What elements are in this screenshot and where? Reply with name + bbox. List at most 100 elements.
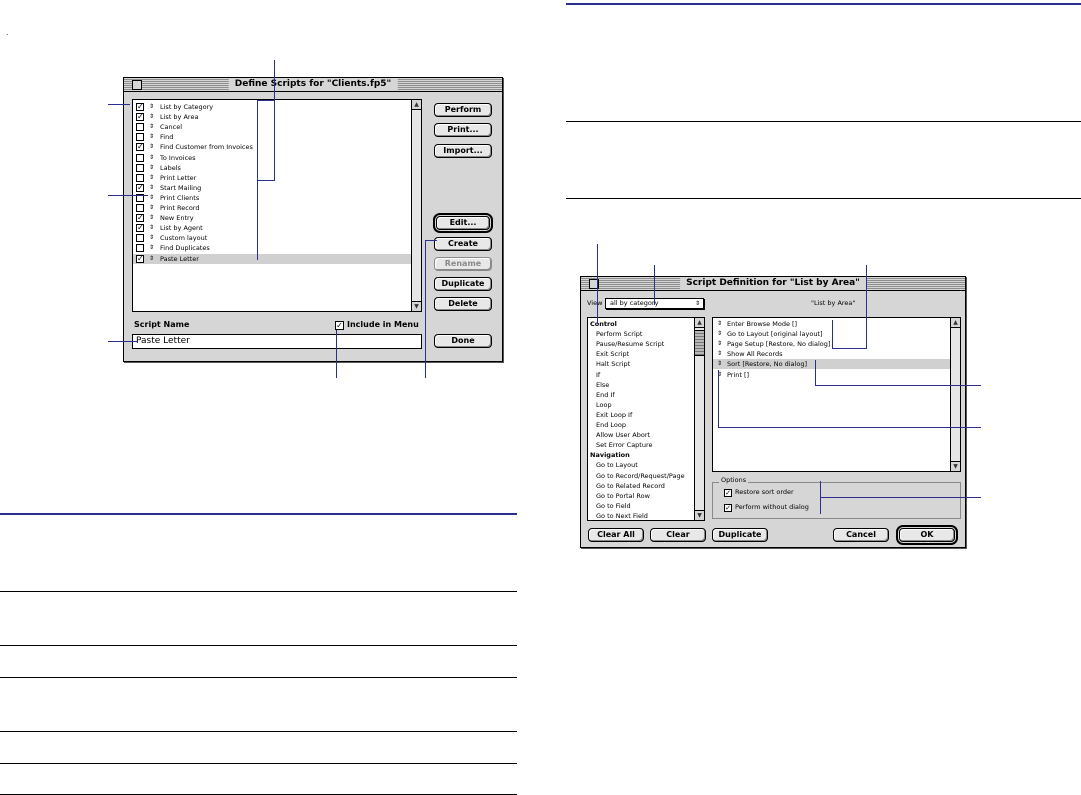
create-button[interactable]: Create [434,237,492,251]
delete-button[interactable]: Delete [434,297,492,311]
drag-handle-icon[interactable]: ⇕ [717,329,722,339]
define-scripts-titlebar[interactable]: Define Scripts for "Clients.fp5" [124,78,502,92]
script-step-row[interactable]: ⇕ Sort [Restore, No dialog] [713,359,951,370]
restore-sort-order-checkbox[interactable]: ✓ [724,489,732,497]
step-category-item[interactable]: Halt Script [596,359,630,369]
menu-checkbox[interactable]: ✓ [136,254,144,263]
close-box-icon[interactable] [132,80,142,90]
drag-handle-icon[interactable]: ⇕ [149,203,154,213]
drag-handle-icon[interactable]: ⇕ [149,223,154,233]
scroll-down-icon[interactable]: ▼ [695,510,704,520]
perform-button[interactable]: Perform [434,103,492,117]
duplicate-script-button[interactable]: Duplicate [434,277,492,291]
script-step-row[interactable]: ⇕ Print [] [713,370,951,380]
menu-checkbox[interactable] [136,244,144,253]
drag-handle-icon[interactable]: ⇕ [149,153,154,163]
script-row[interactable]: ✓ ⇕ List by Category [133,102,411,112]
step-category-item[interactable]: Allow User Abort [596,430,650,440]
menu-checkbox[interactable]: ✓ [136,183,144,192]
ok-button[interactable]: OK [896,525,958,545]
drag-handle-icon[interactable]: ⇕ [149,254,154,264]
step-category-item[interactable]: End If [596,390,615,400]
script-row[interactable]: ✓ ⇕ Find Customer from Invoices [133,142,411,152]
step-category-item[interactable]: Go to Portal Row [596,491,650,501]
drag-handle-icon[interactable]: ⇕ [149,193,154,203]
import-button[interactable]: Import... [434,144,492,158]
step-category-item[interactable]: Pause/Resume Script [596,339,664,349]
perform-without-dialog-checkbox[interactable]: ✓ [724,504,732,512]
duplicate-step-button[interactable]: Duplicate [712,528,768,542]
edit-button[interactable]: Edit... [433,213,493,233]
drag-handle-icon[interactable]: ⇕ [717,319,722,329]
script-row[interactable]: ✓ ⇕ List by Agent [133,223,411,233]
drag-handle-icon[interactable]: ⇕ [717,339,722,349]
menu-checkbox[interactable] [136,133,144,142]
step-category-item[interactable]: Go to Layout [596,460,638,470]
script-definition-titlebar[interactable]: Script Definition for "List by Area" [581,277,965,291]
drag-handle-icon[interactable]: ⇕ [717,349,722,359]
script-row[interactable]: ⇕ To Invoices [133,153,411,163]
menu-checkbox[interactable]: ✓ [136,214,144,223]
scroll-thumb[interactable] [695,330,704,356]
drag-handle-icon[interactable]: ⇕ [149,163,154,173]
scripts-list-scrollbar[interactable]: ▲ ▼ [411,100,421,311]
script-row[interactable]: ✓ ⇕ New Entry [133,213,411,223]
script-row[interactable]: ⇕ Cancel [133,122,411,132]
drag-handle-icon[interactable]: ⇕ [149,132,154,142]
clear-button[interactable]: Clear [650,528,706,542]
script-row[interactable]: ✓ ⇕ Start Mailing [133,183,411,193]
rename-button[interactable]: Rename [434,257,492,271]
step-category-item[interactable]: Perform Script [596,329,642,339]
step-category-item[interactable]: Exit Script [596,349,629,359]
step-category-item[interactable]: Exit Loop If [596,410,632,420]
steps-scrollbar[interactable]: ▲ ▼ [950,318,960,471]
menu-checkbox[interactable] [136,163,144,172]
menu-checkbox[interactable]: ✓ [136,103,144,111]
menu-checkbox[interactable] [136,234,144,243]
menu-checkbox[interactable]: ✓ [136,143,144,152]
drag-handle-icon[interactable]: ⇕ [149,213,154,223]
step-category-item[interactable]: Set Error Capture [596,440,653,450]
step-category-item[interactable]: Go to Field [596,501,631,511]
script-name-field[interactable]: Paste Letter [132,334,422,349]
menu-checkbox[interactable]: ✓ [136,224,144,233]
step-category-item[interactable]: Go to Related Record [596,481,665,491]
script-row[interactable]: ✓ ⇕ List by Area [133,112,411,122]
cancel-button[interactable]: Cancel [833,528,889,542]
done-button[interactable]: Done [434,334,492,348]
script-row[interactable]: ⇕ Print Record [133,203,411,213]
script-steps-list[interactable]: ⇕ Enter Browse Mode [] ⇕ Go to Layout [orig… [712,317,961,472]
menu-checkbox[interactable] [136,173,144,182]
script-row[interactable]: ⇕ Print Clients [133,193,411,203]
step-category-item[interactable]: End Loop [596,420,626,430]
script-row[interactable]: ✓ ⇕ Paste Letter [133,253,411,264]
drag-handle-icon[interactable]: ⇕ [149,142,154,152]
scripts-list[interactable]: ✓ ⇕ List by Category ✓ ⇕ List by Area ⇕ Cancel ⇕… [132,99,422,312]
drag-handle-icon[interactable]: ⇕ [149,243,154,253]
menu-checkbox[interactable]: ✓ [136,113,144,122]
include-in-menu-checkbox[interactable]: ✓ [335,321,344,330]
scroll-up-icon[interactable]: ▲ [951,318,960,328]
scroll-up-icon[interactable]: ▲ [412,100,421,110]
scroll-down-icon[interactable]: ▼ [951,461,960,471]
step-category-item[interactable]: Loop [596,400,612,410]
script-row[interactable]: ⇕ Print Letter [133,173,411,183]
drag-handle-icon[interactable]: ⇕ [149,112,154,122]
drag-handle-icon[interactable]: ⇕ [149,233,154,243]
print-button[interactable]: Print... [434,123,492,137]
menu-checkbox[interactable] [136,204,144,212]
step-categories-list[interactable]: Control Perform Script Pause/Resume Script… [587,317,705,521]
script-row[interactable]: ⇕ Custom layout [133,233,411,243]
drag-handle-icon[interactable]: ⇕ [149,102,154,112]
step-category-item[interactable]: Else [596,380,609,390]
step-category-item[interactable]: If [596,370,600,380]
drag-handle-icon[interactable]: ⇕ [717,359,722,369]
categories-scrollbar[interactable]: ▲ ▼ [694,318,704,520]
drag-handle-icon[interactable]: ⇕ [149,122,154,132]
scroll-down-icon[interactable]: ▼ [412,301,421,311]
drag-handle-icon[interactable]: ⇕ [149,183,154,193]
script-row[interactable]: ⇕ Labels [133,163,411,173]
menu-checkbox[interactable] [136,123,144,132]
step-category-item[interactable]: Go to Record/Request/Page [596,471,685,481]
script-step-row[interactable]: ⇕ Show All Records [713,349,951,359]
